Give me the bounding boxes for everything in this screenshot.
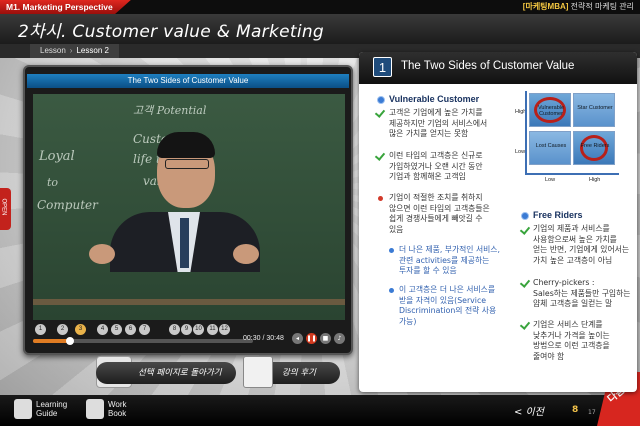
matrix-cell-free-riders: Free Riders	[573, 131, 615, 165]
progress-knob[interactable]	[66, 337, 75, 345]
slide-title: The Two Sides of Customer Value	[401, 60, 575, 72]
check-icon	[521, 225, 530, 233]
module-label: M1. Marketing Perspective	[0, 0, 131, 14]
chalk-text: Computer	[37, 198, 98, 212]
chapter-marker[interactable]: 5	[111, 324, 122, 335]
chapter-marker[interactable]: 12	[219, 324, 230, 335]
presenter-hand	[89, 244, 115, 264]
slide-number: 1	[373, 57, 392, 77]
chalk-text: to	[47, 176, 59, 189]
chapter-marker[interactable]: 8	[169, 324, 180, 335]
stage: M1. Marketing Perspective [마케팅MBA] 전략적 마…	[0, 0, 640, 426]
x-axis-label: High	[589, 177, 601, 183]
chapter-marker[interactable]: 1	[35, 324, 46, 335]
chapter-marker[interactable]: 11	[207, 324, 218, 335]
matrix-label: Lost Causes	[535, 143, 567, 149]
player-controls: 1 2 3 4 5 6 7 8 9 10 11 12 00:30 / 30:48…	[27, 322, 349, 350]
learning-guide-label: Learning	[36, 400, 68, 409]
progress-track[interactable]	[33, 337, 253, 345]
learning-guide-button[interactable]: Learning Guide	[36, 400, 67, 418]
y-axis-arrow	[525, 91, 527, 175]
matrix-cell-star: Star Customer	[573, 93, 615, 127]
chapter-marker[interactable]: 9	[181, 324, 192, 335]
matrix-cell-lost: Lost Causes	[529, 131, 571, 165]
check-icon	[376, 151, 385, 159]
vulnerable-point: 기업이 적절한 조치를 취하지 않으면 이런 타입의 고객층들은 쉽게 경쟁사들에게…	[389, 193, 490, 234]
chalk-text: Loyal	[39, 149, 75, 164]
x-axis-arrow	[525, 173, 619, 175]
presenter-tie	[180, 218, 189, 268]
time-readout: 00:30 / 30:48	[243, 335, 284, 342]
video-frame[interactable]: Loyal to Computer Custome life time valu…	[33, 94, 345, 320]
bullet-icon	[378, 196, 383, 201]
chapter-marker[interactable]: 2	[57, 324, 68, 335]
lesson-current: Lesson 2	[76, 46, 109, 55]
lesson-breadcrumb: Lesson › Lesson 2	[30, 44, 119, 58]
chevron-right-icon: ›	[69, 46, 73, 55]
matrix-label: Star Customer	[577, 105, 613, 111]
check-icon	[376, 108, 385, 116]
presenter-hand	[233, 244, 259, 264]
bullet-icon	[389, 288, 394, 293]
total-pages: 17	[588, 409, 596, 416]
presenter-hair	[157, 132, 215, 158]
check-icon	[521, 278, 530, 286]
y-axis-label: Low	[515, 149, 526, 155]
course-name: [마케팅MBA]	[522, 2, 569, 11]
vulnerable-subpoint: 이 고객층은 더 나은 서비스를 받을 자격이 있음(Service Discrim…	[399, 285, 497, 326]
pause-button[interactable]: ❚❚	[306, 333, 317, 344]
work-book-button[interactable]: Work Book	[108, 400, 127, 418]
book-icon	[14, 399, 32, 419]
lecture-slide: 1 The Two Sides of Customer Value Vulner…	[359, 52, 637, 392]
clipboard-icon	[243, 356, 273, 388]
chapter-marker[interactable]: 3	[75, 324, 86, 335]
subject-name: 전략적 마케팅 관리	[570, 2, 634, 11]
player-title: The Two Sides of Customer Value	[27, 74, 349, 88]
chapter-marker[interactable]: 10	[193, 324, 204, 335]
presenter-glasses	[165, 159, 209, 169]
matrix-label: Free Riders	[580, 143, 610, 149]
stop-button[interactable]: ■	[320, 333, 331, 344]
bullet-icon	[377, 96, 385, 104]
notebook-icon	[86, 399, 104, 419]
free-riders-point: 기업은 서비스 단계를 낮추거나 가격을 높이는 방법으로 이런 고객층을 줄여야 함	[533, 320, 610, 361]
rewind-button[interactable]: ◂	[292, 333, 303, 344]
lesson-label: Lesson	[40, 46, 66, 55]
top-breadcrumb: [마케팅MBA] 전략적 마케팅 관리	[523, 0, 634, 14]
go-to-page-button[interactable]: 선택 페이지로 돌아가기	[96, 362, 236, 384]
customer-value-matrix: High Low Vulnerable Customer Star Custom…	[515, 89, 637, 214]
chapter-marker[interactable]: 6	[125, 324, 136, 335]
chalk-tray	[33, 299, 345, 305]
open-tab-label: OPEN	[0, 198, 7, 216]
vulnerable-subpoint: 더 나은 제품, 부가적인 서비스, 관련 activities를 제공하는 투자를…	[399, 245, 500, 275]
free-riders-point: 기업의 제품과 서비스를 사용함으로써 높은 가치를 얻는 반면, 기업에게 있어서…	[533, 224, 629, 265]
check-icon	[521, 320, 530, 328]
vulnerable-point: 이런 타입의 고객층은 신규로 가입하였거나 오랜 시간 동안 기업과 함께해온 고…	[389, 151, 483, 181]
bullet-icon	[389, 248, 394, 253]
chapter-marker[interactable]: 7	[139, 324, 150, 335]
bullet-icon	[521, 212, 529, 220]
matrix-label: Vulnerable Customer	[537, 105, 565, 117]
chalk-text: 고객 Potential	[133, 104, 207, 117]
current-page: 8	[572, 405, 579, 415]
chapter-title: 2차시. Customer value & Marketing	[18, 22, 325, 42]
progress-fill	[33, 339, 71, 343]
section-title: Free Riders	[533, 210, 583, 220]
matrix-cell-vulnerable: Vulnerable Customer	[529, 93, 571, 127]
learning-guide-label: Guide	[36, 409, 58, 418]
volume-button[interactable]: ♪	[334, 333, 345, 344]
chapter-marker[interactable]: 4	[97, 324, 108, 335]
section-title: Vulnerable Customer	[389, 94, 480, 104]
prev-button[interactable]: < 이전	[514, 403, 544, 418]
free-riders-point: Cherry-pickers : Sales하는 제품들만 구입하는 얌체 고객층을…	[533, 278, 631, 308]
work-book-label: Work	[108, 400, 127, 409]
x-axis-label: Low	[545, 177, 556, 183]
vulnerable-point: 고객은 기업에게 높은 가치를 제공하지만 기업의 서비스에서 많은 가치를 얻지는…	[389, 108, 488, 138]
work-book-label: Book	[108, 409, 127, 418]
